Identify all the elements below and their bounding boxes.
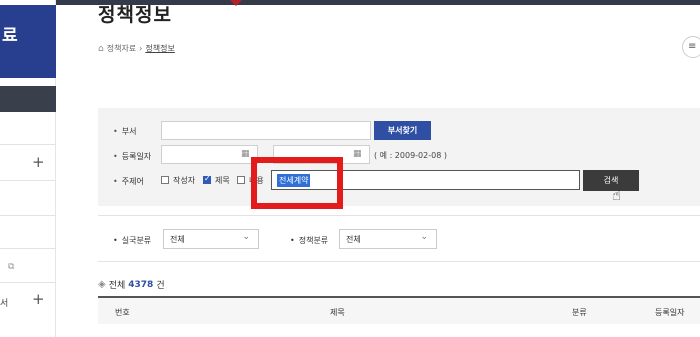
calendar-icon[interactable]: ▦ xyxy=(241,149,250,159)
author-checkbox[interactable] xyxy=(161,176,169,184)
sidebar-divider xyxy=(0,282,56,283)
dept-filter-label: 실국분류 xyxy=(113,235,151,246)
total-count: 4378 xyxy=(128,279,154,290)
divider xyxy=(98,261,700,262)
external-link-icon: ⧉ xyxy=(8,262,15,272)
sidebar-header-text: 료 xyxy=(2,26,18,46)
print-button[interactable]: ≡ xyxy=(682,36,700,58)
breadcrumb: ⌂ 정책자료 › 정책정보 xyxy=(98,43,175,54)
author-checkbox-label: 작성자 xyxy=(173,176,196,185)
plus-icon[interactable]: + xyxy=(32,290,45,308)
title-checkbox[interactable] xyxy=(203,174,211,184)
sidebar-divider xyxy=(0,248,56,249)
calendar-icon[interactable]: ▦ xyxy=(353,149,362,159)
breadcrumb-current[interactable]: 정책정보 xyxy=(145,43,174,54)
home-icon[interactable]: ⌂ xyxy=(98,44,104,54)
search-button[interactable]: 검색 xyxy=(583,170,639,191)
sidebar-divider xyxy=(0,180,56,181)
sidebar-item[interactable]: ⧉ xyxy=(0,262,14,272)
policy-filter-value: 전체 xyxy=(346,235,361,244)
highlight-box xyxy=(251,157,343,209)
sidebar: 료 + ⧉ 서 + xyxy=(0,0,56,337)
divider xyxy=(98,215,700,216)
dept-label: 부서 xyxy=(113,126,137,137)
layers-icon: ◈ xyxy=(98,279,106,290)
column-header-date: 등록일자 xyxy=(655,308,685,317)
column-header-title: 제목 xyxy=(330,308,345,317)
print-icon: ≡ xyxy=(688,41,697,52)
policy-filter-select[interactable]: 전체 ⌄ xyxy=(339,229,437,249)
chevron-down-icon: ⌄ xyxy=(420,232,428,242)
sidebar-header: 료 xyxy=(0,5,56,78)
hand-cursor-icon: ☝ xyxy=(612,186,622,204)
dept-filter-value: 전체 xyxy=(170,235,185,244)
content-checkbox[interactable] xyxy=(237,176,245,184)
breadcrumb-item[interactable]: 정책자료 xyxy=(107,43,136,54)
policy-filter-label: 정책분류 xyxy=(290,235,328,246)
column-header-category: 분류 xyxy=(572,308,587,317)
date-label: 등록일자 xyxy=(113,151,151,162)
total-prefix: 전체 xyxy=(108,281,126,291)
table-header: 번호 제목 분류 등록일자 xyxy=(98,296,700,324)
plus-icon[interactable]: + xyxy=(32,153,45,171)
dept-input[interactable] xyxy=(161,121,371,140)
sidebar-divider xyxy=(0,144,56,145)
dept-filter-select[interactable]: 전체 ⌄ xyxy=(163,229,259,249)
page-title: 정책정보 xyxy=(98,4,172,26)
dept-search-button[interactable]: 부서찾기 xyxy=(374,121,431,140)
sidebar-item-label[interactable]: 서 xyxy=(0,296,8,309)
sidebar-active-item[interactable] xyxy=(0,86,56,112)
chevron-down-icon: ⌄ xyxy=(242,232,250,242)
sidebar-divider xyxy=(0,215,56,216)
column-header-number: 번호 xyxy=(115,308,130,317)
result-total: ◈ 전체 4378 건 xyxy=(98,278,165,291)
top-bar-notch xyxy=(230,0,242,6)
date-hint: ( 예 : 2009-02-08 ) xyxy=(374,151,447,160)
title-checkbox-label: 제목 xyxy=(215,176,230,185)
keyword-label: 주제어 xyxy=(113,176,144,187)
total-suffix: 건 xyxy=(156,281,165,291)
chevron-right-icon: › xyxy=(139,44,143,53)
